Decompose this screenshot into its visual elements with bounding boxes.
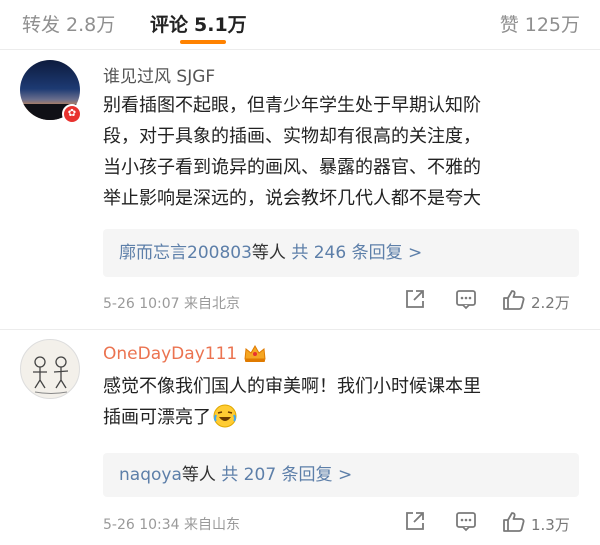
active-tab-indicator [180, 40, 226, 44]
comment-date: 5-26 10:07 [103, 296, 180, 312]
tab-comment-label: 评论 [150, 14, 189, 36]
tab-like[interactable]: 赞 125万 [500, 10, 580, 37]
tab-repost[interactable]: 转发 2.8万 [22, 10, 115, 37]
replies-summary[interactable]: naqoya等人 共 207 条回复 > [103, 453, 579, 497]
reply-user-link[interactable]: 廓而忘言200803 [119, 243, 252, 263]
comment-text: 别看插图不起眼，但青少年学生处于早期认知阶 段，对于具象的插画、实物却有很高的关… [103, 90, 580, 214]
tab-comment[interactable]: 评论 5.1万 [150, 10, 247, 37]
sketch-figures-icon [33, 356, 69, 394]
comment-username[interactable]: 谁见过风 SJGF [103, 62, 215, 87]
share-icon[interactable] [404, 288, 426, 310]
thumbs-up-icon[interactable] [502, 288, 526, 312]
comment-text-line: 别看插图不起眼，但青少年学生处于早期认知阶 [103, 95, 481, 116]
share-icon[interactable] [404, 510, 426, 532]
replies-suffix: 等人 [251, 243, 286, 263]
reply-icon[interactable] [455, 510, 477, 532]
replies-total-link[interactable]: 共 207 条回复 > [221, 465, 352, 485]
thumbs-up-icon[interactable] [502, 510, 526, 534]
comment-text-span: 插画可漂亮了 [103, 407, 211, 428]
comment-text-line: 当小孩子看到诡异的画风、暴露的器官、不雅的 [103, 157, 481, 178]
tab-like-label: 赞 [499, 14, 519, 36]
comment-location: 来自山东 [184, 517, 241, 533]
comment-item: OneDayDay111 感觉不像我们国人的审美啊！我们小时候课本里 插画可漂亮… [0, 331, 600, 545]
comment-username[interactable]: OneDayDay111 [103, 344, 237, 364]
comment-location: 来自北京 [184, 296, 241, 312]
replies-suffix: 等人 [181, 465, 216, 485]
comment-text-line: 段，对于具象的插画、实物却有很高的关注度， [103, 126, 481, 147]
comment-text-line: 举止影响是深远的，说会教坏几代人都不是夸大 [103, 188, 481, 209]
replies-total-link[interactable]: 共 246 条回复 > [291, 243, 422, 263]
like-count: 2.2万 [531, 294, 570, 312]
comment-date: 5-26 10:34 [103, 517, 180, 533]
comment-meta: 5-26 10:34 来自山东 [103, 514, 240, 534]
avatar[interactable] [20, 339, 80, 399]
tab-like-count: 125万 [524, 14, 580, 36]
replies-summary[interactable]: 廓而忘言200803等人 共 246 条回复 > [103, 229, 579, 277]
comment-meta: 5-26 10:07 来自北京 [103, 293, 240, 313]
reply-user-link[interactable]: naqoya [119, 465, 182, 485]
comment-text: 感觉不像我们国人的审美啊！我们小时候课本里 插画可漂亮了 [103, 371, 580, 433]
comment-item: ✿ 谁见过风 SJGF 别看插图不起眼，但青少年学生处于早期认知阶 段，对于具象… [0, 50, 600, 330]
tab-repost-label: 转发 [22, 14, 61, 36]
crown-icon [244, 344, 266, 362]
tab-comment-count: 5.1万 [194, 14, 247, 36]
comment-text-line: 感觉不像我们国人的审美啊！我们小时候课本里 [103, 376, 481, 397]
tab-repost-count: 2.8万 [66, 14, 116, 36]
comment-text-line: 插画可漂亮了 [103, 402, 580, 433]
vip-badge-icon: ✿ [62, 104, 82, 124]
reply-icon[interactable] [455, 288, 477, 310]
laugh-cry-emoji-icon [213, 404, 237, 428]
like-count: 1.3万 [531, 516, 570, 534]
comment-tabs: 转发 2.8万 评论 5.1万 赞 125万 [0, 0, 600, 50]
